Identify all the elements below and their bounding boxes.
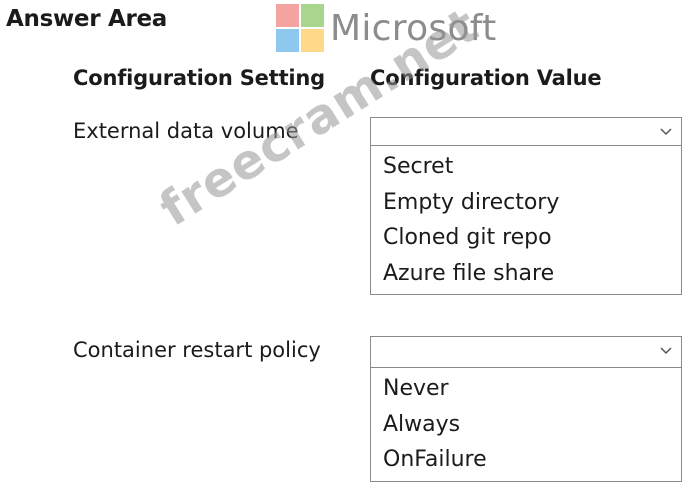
option-onfailure[interactable]: OnFailure xyxy=(371,442,681,478)
option-empty-directory[interactable]: Empty directory xyxy=(371,185,681,221)
option-cloned-git-repo[interactable]: Cloned git repo xyxy=(371,220,681,256)
setting-label-external-data-volume: External data volume xyxy=(73,119,299,143)
column-header-setting: Configuration Setting xyxy=(73,66,325,90)
microsoft-logo-text: Microsoft xyxy=(330,7,497,49)
option-never[interactable]: Never xyxy=(371,371,681,407)
option-always[interactable]: Always xyxy=(371,407,681,443)
setting-label-container-restart-policy: Container restart policy xyxy=(73,338,321,362)
container-restart-policy-select[interactable] xyxy=(370,336,682,368)
external-data-volume-options: Secret Empty directory Cloned git repo A… xyxy=(370,145,682,295)
column-header-value: Configuration Value xyxy=(370,66,602,90)
windows-logo-icon xyxy=(276,4,324,52)
chevron-down-icon xyxy=(660,128,672,136)
chevron-down-icon xyxy=(660,347,672,355)
microsoft-logo: Microsoft xyxy=(276,4,497,52)
option-secret[interactable]: Secret xyxy=(371,149,681,185)
answer-area-title: Answer Area xyxy=(6,6,168,32)
option-azure-file-share[interactable]: Azure file share xyxy=(371,256,681,292)
container-restart-policy-options: Never Always OnFailure xyxy=(370,367,682,482)
